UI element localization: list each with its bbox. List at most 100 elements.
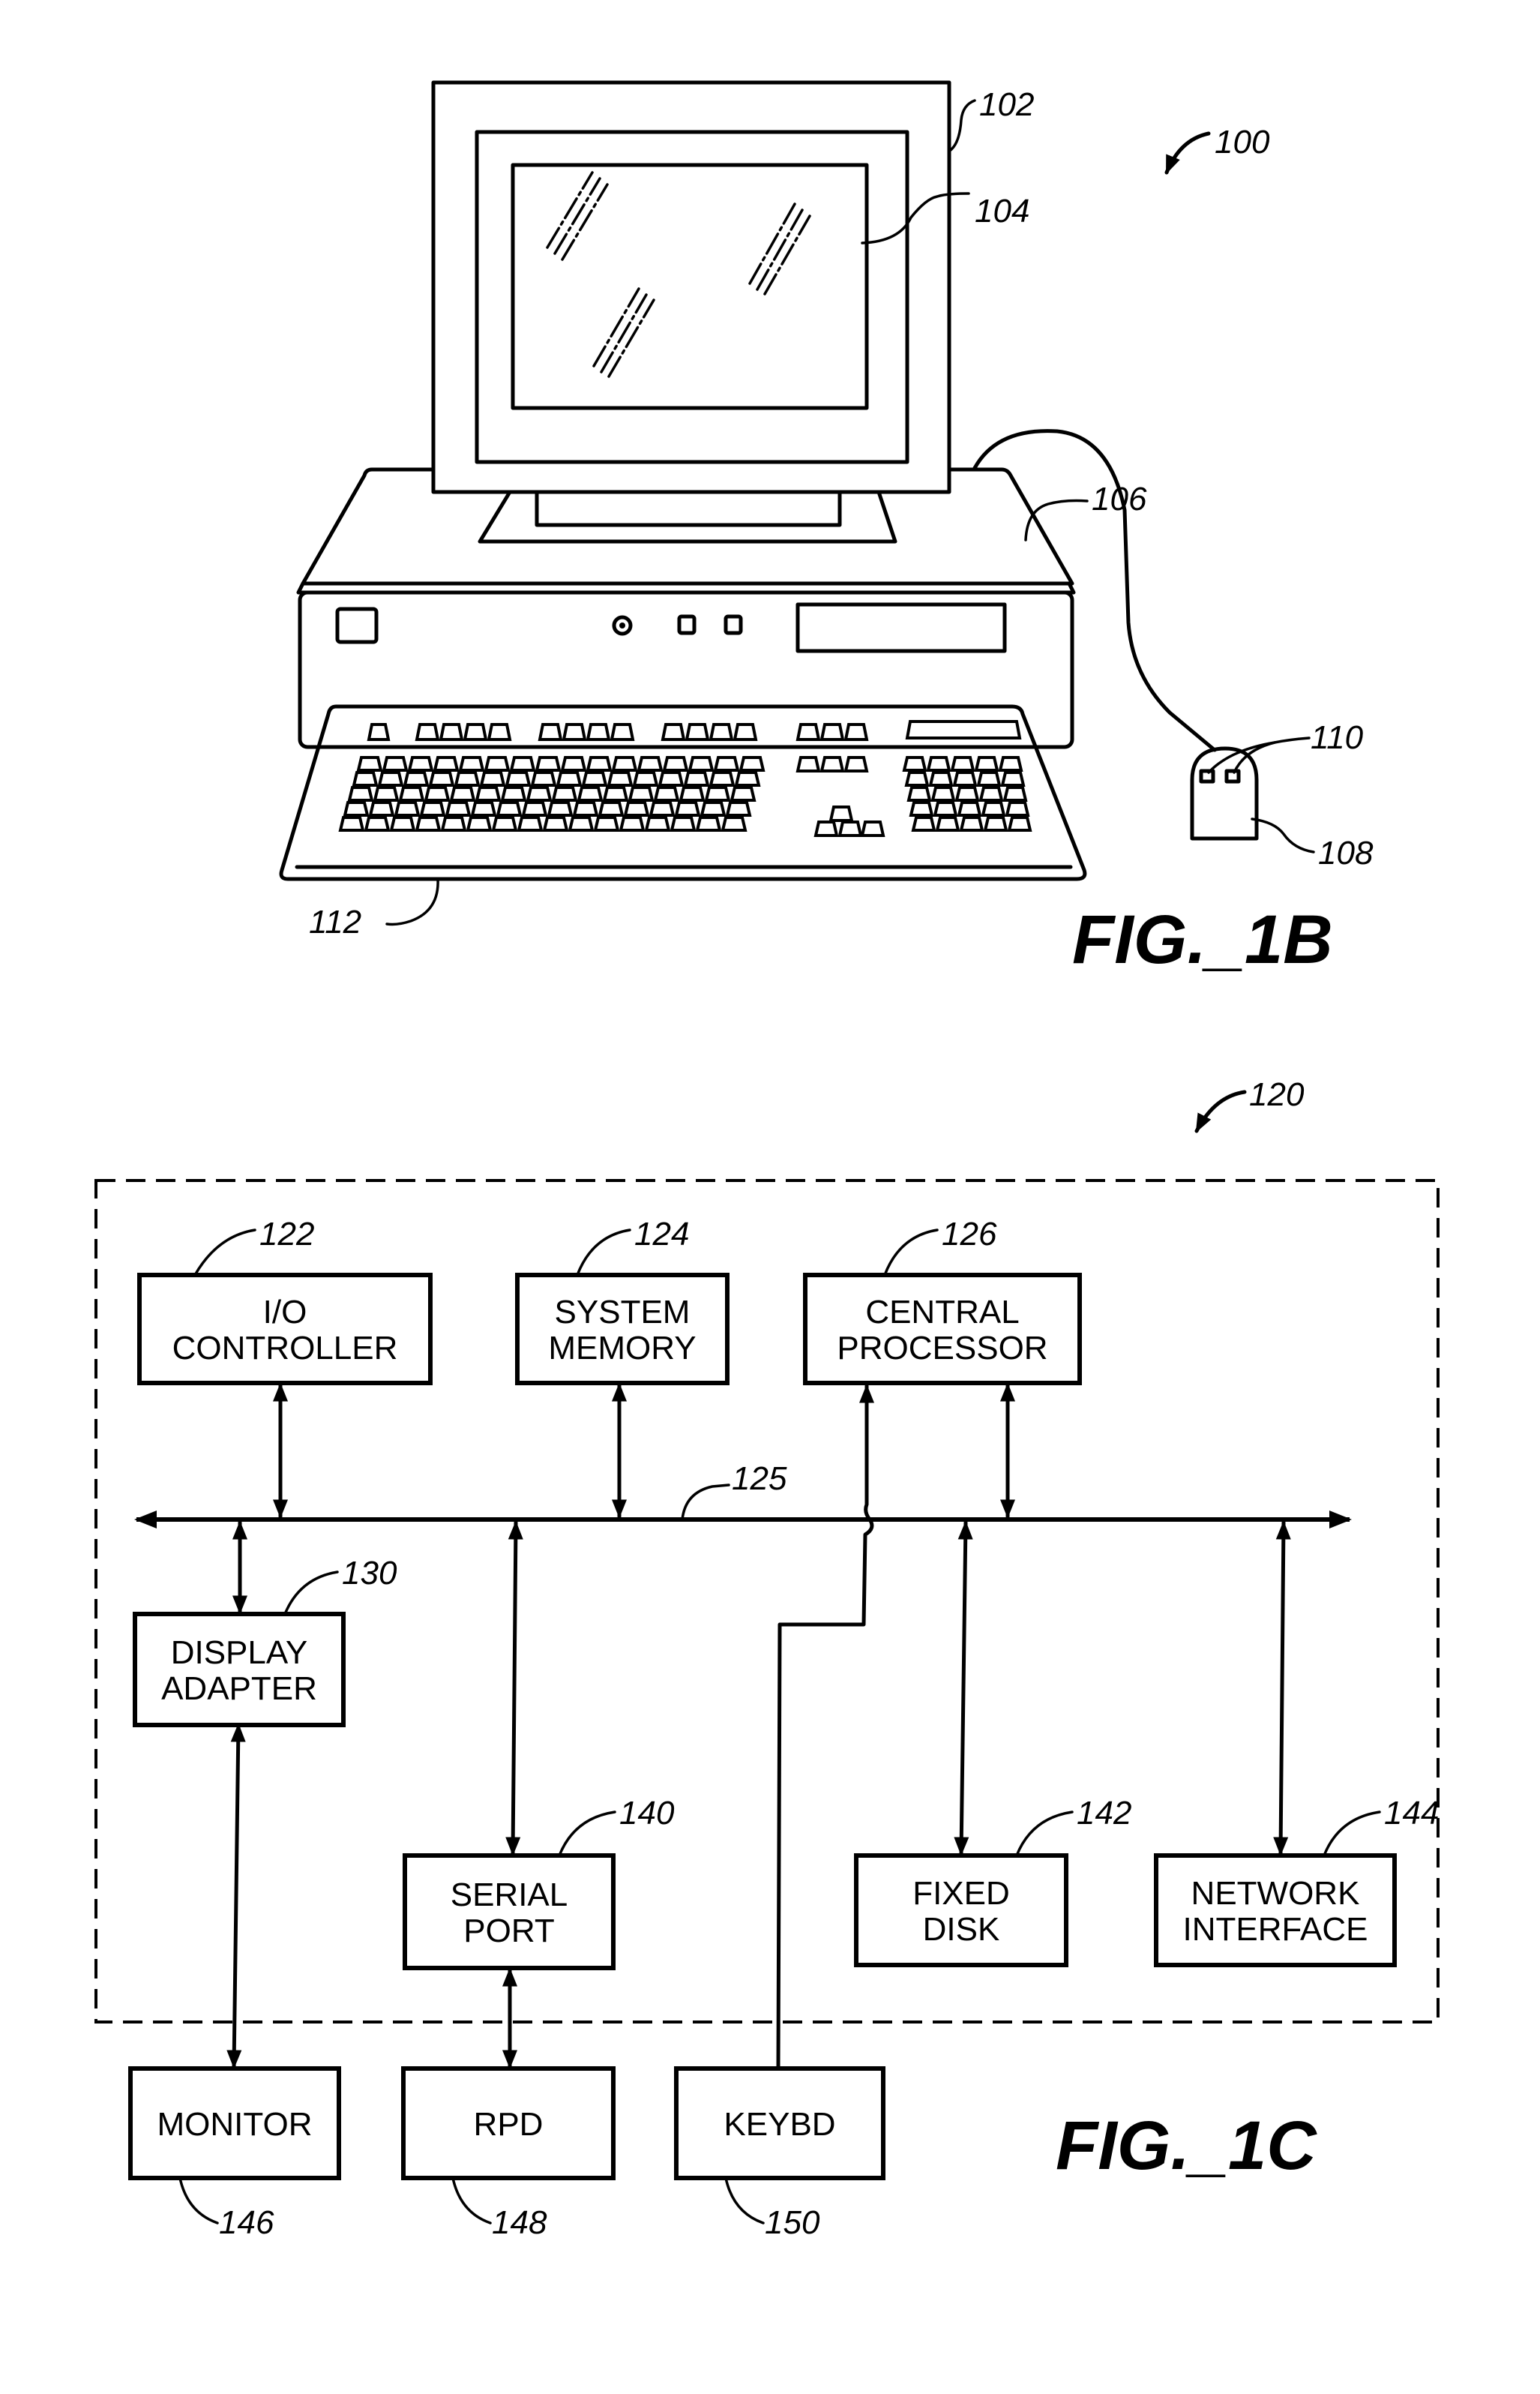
ref-120: 120 — [1249, 1076, 1305, 1113]
key-icon — [530, 771, 557, 787]
key-icon — [734, 771, 761, 787]
key-icon — [415, 816, 442, 832]
block-keybd-label: KEYBD — [724, 2106, 835, 2143]
key-icon — [475, 786, 502, 802]
key-icon — [619, 816, 646, 832]
key-icon — [983, 816, 1008, 832]
mouse-button-right-icon — [1224, 769, 1241, 784]
key-icon — [382, 756, 409, 772]
key-icon — [352, 771, 379, 787]
key-icon — [709, 771, 736, 787]
key-icon — [586, 723, 611, 741]
key-icon — [484, 756, 511, 772]
component-blocks: I/OCONTROLLER 122 SYSTEMMEMORY 124 CENTRALPR… — [128, 1216, 1439, 2241]
block-rpd: RPD 148 — [401, 2066, 616, 2241]
block-cpu: CENTRALPROCESSOR 126 — [803, 1216, 1082, 1385]
front-button-icon — [724, 614, 743, 635]
front-button-icon — [677, 614, 697, 635]
ref-130: 130 — [342, 1555, 397, 1592]
key-icon — [670, 816, 697, 832]
key-icon — [632, 771, 659, 787]
key-icon — [902, 756, 927, 772]
key-icon — [725, 801, 752, 817]
key-icon — [733, 723, 758, 741]
key-icon — [428, 771, 455, 787]
key-icon — [905, 720, 1022, 740]
key-icon — [981, 801, 1006, 817]
block-memory-leader — [576, 1228, 631, 1276]
ref-148: 148 — [492, 2204, 547, 2241]
key-icon — [909, 801, 934, 817]
ref-125: 125 — [732, 1460, 787, 1497]
key-icon — [424, 786, 451, 802]
key-icon — [547, 801, 574, 817]
block-monitor-label: MONITOR — [157, 2106, 313, 2143]
key-icon — [347, 786, 374, 802]
power-switch-icon — [335, 607, 379, 644]
key-icon — [445, 801, 472, 817]
key-icon — [368, 801, 395, 817]
key-icon — [637, 756, 664, 772]
key-icon — [828, 806, 854, 822]
key-icon — [560, 756, 587, 772]
block-memory-label: SYSTEM — [555, 1294, 691, 1330]
block-monitor: MONITOR 146 — [128, 2066, 341, 2241]
key-icon — [813, 820, 839, 837]
key-icon — [526, 786, 553, 802]
key-icon — [415, 723, 440, 741]
key-icon — [611, 756, 638, 772]
key-icon — [394, 801, 421, 817]
block-disk-label: DISK — [923, 1911, 1000, 1948]
key-icon — [928, 771, 954, 787]
screen-glare-icon — [546, 171, 811, 378]
key-icon — [688, 756, 715, 772]
key-icon — [978, 786, 1004, 802]
keyboard-keys — [338, 720, 1032, 837]
monitor-housing — [431, 80, 951, 494]
key-icon — [449, 786, 476, 802]
block-io-leader — [193, 1228, 256, 1276]
key-icon — [683, 771, 710, 787]
block-monitor-leader — [178, 2176, 219, 2224]
key-icon — [562, 723, 587, 741]
ref-150: 150 — [765, 2204, 820, 2241]
key-icon — [950, 756, 975, 772]
monitor-screen — [511, 163, 869, 410]
block-disk: FIXEDDISK 142 — [854, 1795, 1131, 1967]
drive-bay-icon — [795, 602, 1007, 653]
key-icon — [952, 771, 978, 787]
ref-100: 100 — [1215, 124, 1270, 160]
ref-126: 126 — [942, 1216, 997, 1252]
key-icon — [389, 816, 416, 832]
monitor-stand — [478, 490, 897, 544]
figure-caption-1c: FIG._1C — [1056, 2108, 1317, 2184]
key-icon — [593, 816, 620, 832]
key-icon — [517, 816, 544, 832]
key-icon — [976, 771, 1002, 787]
key-icon — [959, 816, 984, 832]
key-icon — [586, 756, 613, 772]
key-icon — [338, 816, 365, 832]
key-icon — [860, 820, 885, 837]
key-icon — [398, 786, 425, 802]
ref-110: 110 — [1311, 719, 1364, 756]
block-rpd-label: RPD — [474, 2106, 544, 2143]
key-icon — [364, 816, 391, 832]
block-display-label: ADAPTER — [161, 1670, 317, 1707]
key-icon — [491, 816, 518, 832]
key-icon — [407, 756, 434, 772]
key-icon — [713, 756, 740, 772]
ref-144: 144 — [1384, 1795, 1439, 1832]
block-display-label: DISPLAY — [171, 1634, 308, 1671]
block-disk-label: FIXED — [912, 1875, 1010, 1912]
key-icon — [674, 801, 701, 817]
key-icon — [466, 816, 493, 832]
key-icon — [572, 801, 599, 817]
key-icon — [930, 786, 956, 802]
key-icon — [974, 756, 999, 772]
block-disk-leader — [1015, 1810, 1074, 1857]
block-cpu-label: CENTRAL — [865, 1294, 1019, 1330]
key-icon — [556, 771, 583, 787]
block-network-label: NETWORK — [1191, 1875, 1360, 1912]
key-icon — [998, 756, 1023, 772]
